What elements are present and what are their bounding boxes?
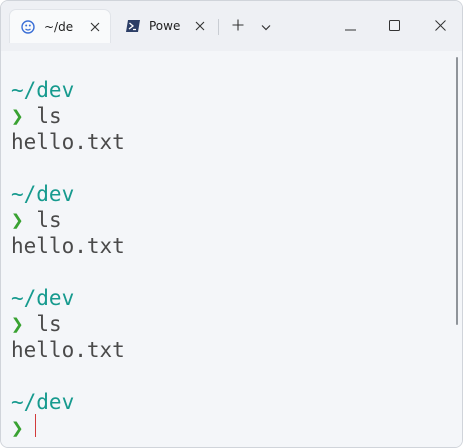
text-cursor (35, 414, 36, 437)
title-bar: ~/de Powe (1, 1, 462, 51)
cwd-line: ~/dev (11, 182, 75, 206)
command-text: ls (36, 104, 62, 128)
minimize-button[interactable] (335, 13, 365, 37)
cwd-line: ~/dev (11, 390, 75, 414)
prompt-symbol: ❯ (11, 312, 24, 336)
minimize-icon (344, 16, 356, 35)
maximize-button[interactable] (379, 13, 409, 37)
close-icon[interactable] (189, 15, 211, 37)
cwd-line: ~/dev (11, 286, 75, 310)
new-tab-button[interactable] (227, 13, 249, 37)
chevron-down-icon (261, 16, 271, 35)
prompt-symbol: ❯ (11, 208, 24, 232)
linux-penguin-icon (20, 19, 36, 35)
command-text: ls (36, 208, 62, 232)
command-line[interactable]: ❯ (11, 415, 24, 441)
cwd-line: ~/dev (11, 78, 75, 102)
output-line: hello.txt (11, 130, 125, 154)
close-icon[interactable] (84, 16, 106, 38)
terminal-window: ~/de Powe ~/dev ❯ ls hello.txt ~/dev ❯ l… (0, 0, 463, 448)
command-line: ❯ ls (11, 311, 62, 337)
scrollbar[interactable] (456, 57, 458, 325)
command-line: ❯ ls (11, 103, 62, 129)
tab-label: Powe (149, 19, 181, 33)
maximize-icon (388, 16, 400, 35)
terminal-output[interactable]: ~/dev ❯ ls hello.txt ~/dev ❯ ls hello.tx… (1, 51, 462, 447)
powershell-icon (125, 18, 141, 34)
tab-linux[interactable]: ~/de (9, 9, 111, 43)
plus-icon (232, 16, 244, 35)
output-line: hello.txt (11, 234, 125, 258)
tab-dropdown-button[interactable] (255, 13, 277, 37)
tab-powershell[interactable]: Powe (115, 9, 215, 43)
window-close-button[interactable] (425, 13, 455, 37)
tab-label: ~/de (44, 19, 74, 34)
close-icon (434, 16, 446, 35)
prompt-symbol: ❯ (11, 104, 24, 128)
command-text: ls (36, 312, 62, 336)
command-line: ❯ ls (11, 207, 62, 233)
tab-divider (218, 19, 219, 35)
prompt-symbol: ❯ (11, 416, 24, 440)
output-line: hello.txt (11, 338, 125, 362)
